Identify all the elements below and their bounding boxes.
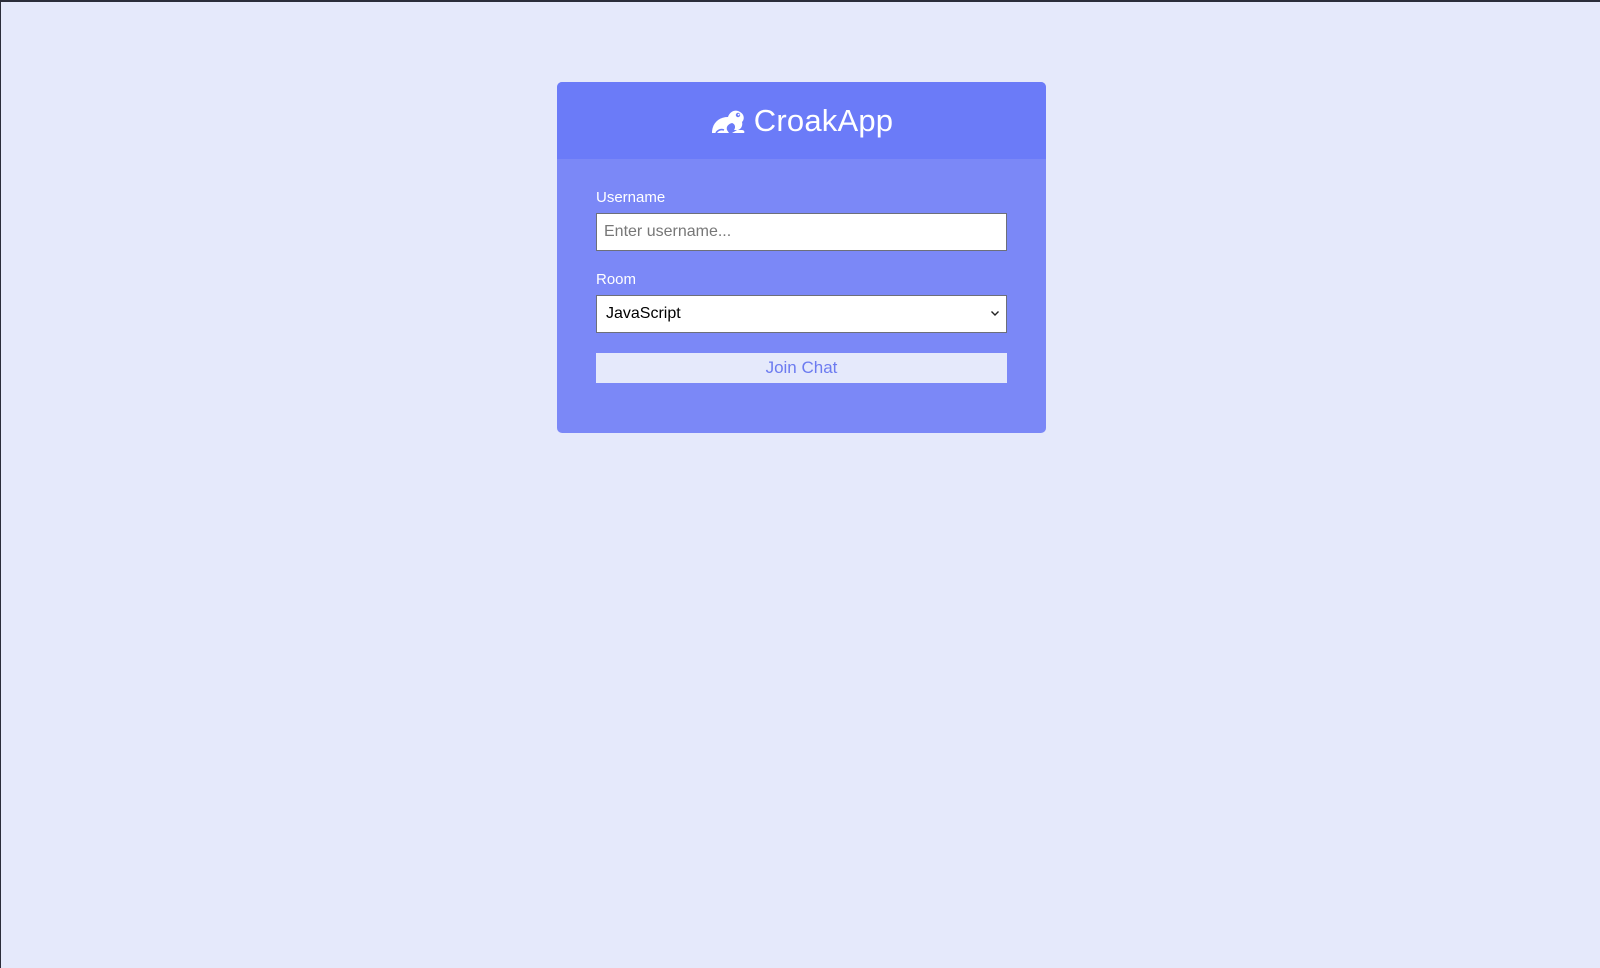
room-group: Room JavaScript <box>596 271 1007 333</box>
join-card: CroakApp Username Room JavaScript Joi <box>557 82 1046 433</box>
join-chat-button[interactable]: Join Chat <box>596 353 1007 383</box>
room-select-value: JavaScript <box>606 305 681 322</box>
join-form: Username Room JavaScript Join Chat <box>557 159 1046 383</box>
room-label: Room <box>596 271 637 288</box>
frog-icon <box>710 106 746 136</box>
chevron-down-icon <box>990 305 1000 323</box>
join-header: CroakApp <box>557 82 1046 159</box>
username-group: Username <box>596 189 1007 251</box>
username-label: Username <box>596 189 666 206</box>
page-frame: CroakApp Username Room JavaScript Joi <box>0 0 1600 968</box>
app-title: CroakApp <box>753 103 894 138</box>
room-select[interactable]: JavaScript <box>596 295 1007 333</box>
username-input[interactable] <box>596 213 1007 251</box>
